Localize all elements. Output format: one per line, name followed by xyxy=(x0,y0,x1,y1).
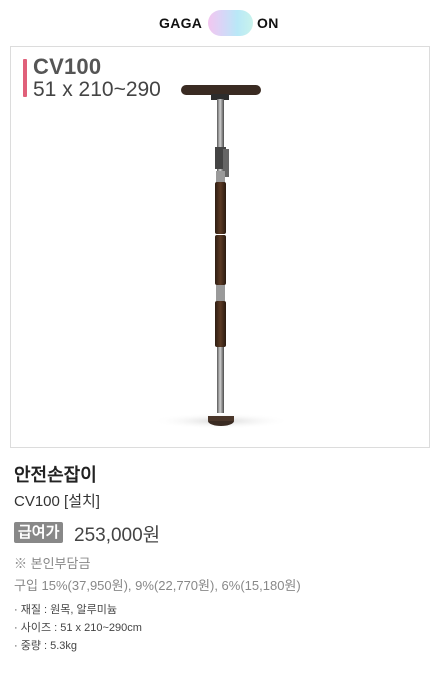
brand-logo-right-text: ON xyxy=(257,15,279,31)
product-price: 253,000원 xyxy=(74,525,161,546)
ceiling-plate xyxy=(181,85,261,95)
lower-tube xyxy=(217,347,224,413)
grip-middle xyxy=(215,235,226,285)
brand-logo[interactable]: GAGA ON xyxy=(159,10,283,36)
spec-weight: · 중량 : 5.3kg xyxy=(14,640,78,652)
header: GAGA ON xyxy=(0,0,440,46)
benefit-price-badge: 급여가 xyxy=(14,522,64,543)
product-title: 안전손잡이 xyxy=(14,465,97,485)
spec-size: · 사이즈 : 51 x 210~290cm xyxy=(14,622,142,634)
brand-logo-left-text: GAGA xyxy=(159,15,203,31)
safety-pole-illustration xyxy=(151,85,291,429)
product-image: CV100 51 x 210~290 xyxy=(10,46,430,448)
grip-upper xyxy=(215,182,226,234)
grip-lower xyxy=(215,301,226,347)
copay-detail: 구입 15%(37,950원), 9%(22,770원), 6%(15,180원… xyxy=(14,578,301,593)
copay-title: ※ 본인부담금 xyxy=(14,556,91,571)
brand-logo-gradient-icon xyxy=(208,10,253,36)
spec-material: · 재질 : 원목, 알루미늄 xyxy=(14,604,117,616)
product-model-option: CV100 [설치] xyxy=(14,493,100,510)
